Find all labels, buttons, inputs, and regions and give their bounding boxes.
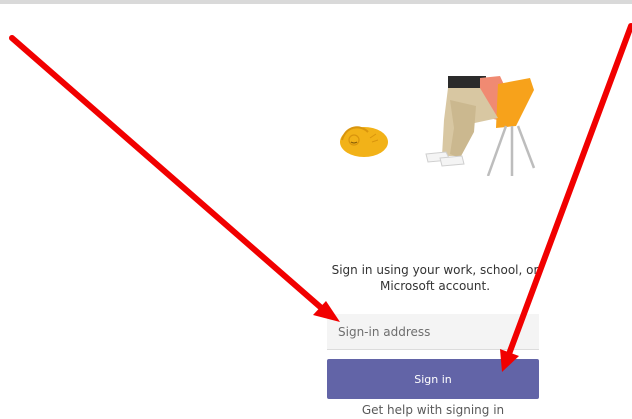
annotation-overlay bbox=[9, 23, 632, 372]
help-signing-in-link[interactable]: Get help with signing in bbox=[327, 403, 539, 417]
signin-address-input[interactable] bbox=[327, 314, 539, 350]
signin-heading: Sign in using your work, school, or Micr… bbox=[331, 263, 539, 293]
top-divider bbox=[0, 0, 632, 4]
person-with-cat-illustration bbox=[340, 76, 536, 176]
red-arrow-icon bbox=[9, 35, 340, 322]
signin-button[interactable]: Sign in bbox=[327, 359, 539, 399]
